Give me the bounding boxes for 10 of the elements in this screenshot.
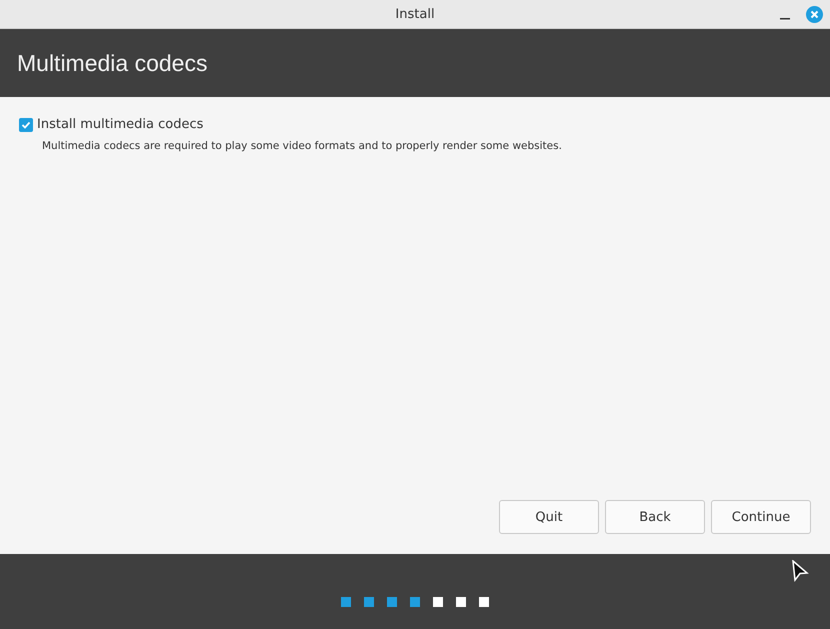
checkbox[interactable] xyxy=(19,118,33,132)
checkbox-label[interactable]: Install multimedia codecs xyxy=(37,117,204,132)
action-button[interactable]: Quit xyxy=(499,500,599,534)
close-icon[interactable] xyxy=(806,6,823,23)
action-button[interactable]: Continue xyxy=(711,500,811,534)
window-title: Install xyxy=(395,6,435,22)
description-text: Multimedia codecs are required to play some video formats and to properly render some websites. xyxy=(42,140,563,152)
action-button[interactable]: Back xyxy=(605,500,705,534)
cursor-icon xyxy=(791,560,809,582)
page-title: Multimedia codecs xyxy=(17,50,208,76)
